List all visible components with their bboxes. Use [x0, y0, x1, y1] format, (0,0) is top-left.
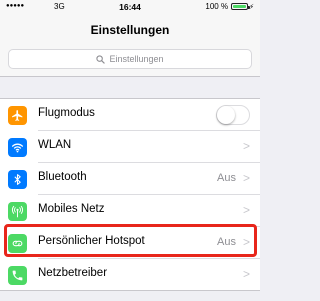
bluetooth-icon-box	[8, 170, 27, 189]
setting-value: Aus	[217, 236, 236, 248]
hotspot-icon-box	[8, 234, 27, 253]
setting-label: Mobiles Netz	[38, 203, 105, 215]
antenna-icon-box	[8, 202, 27, 221]
setting-label: Bluetooth	[38, 171, 87, 183]
page-title: Einstellungen	[90, 23, 170, 37]
navigation-bar: Einstellungen	[0, 14, 260, 46]
settings-row-mobiles-netz[interactable]: Mobiles Netz >	[0, 195, 260, 227]
setting-value: Aus	[217, 172, 236, 184]
search-icon	[96, 54, 106, 64]
antenna-icon	[11, 205, 24, 218]
search-placeholder: Einstellungen	[109, 54, 164, 64]
status-bar: ●●●●● 3G 16:44 100 % ⚡	[0, 0, 260, 14]
setting-label: Netzbetreiber	[38, 267, 108, 279]
toggle-knob	[217, 106, 235, 124]
search-input[interactable]: Einstellungen	[8, 49, 252, 69]
phone-icon	[12, 270, 23, 281]
setting-label: WLAN	[38, 139, 72, 151]
hotspot-icon	[12, 240, 23, 247]
settings-row-wlan[interactable]: WLAN >	[0, 131, 260, 163]
wifi-icon	[11, 143, 24, 153]
chevron-right-icon: >	[242, 235, 250, 249]
settings-row-hotspot[interactable]: Persönlicher Hotspot Aus >	[0, 227, 260, 259]
settings-list: Flugmodus WLAN > Bluetooth Aus > Mobiles…	[0, 98, 260, 291]
battery-fill	[233, 5, 247, 8]
wifi-icon-box	[8, 138, 27, 157]
airplane-icon-box	[8, 106, 27, 125]
setting-label: Persönlicher Hotspot	[38, 235, 145, 247]
battery-percentage: 100 %	[205, 2, 229, 11]
settings-row-bluetooth[interactable]: Bluetooth Aus >	[0, 163, 260, 195]
chevron-right-icon: >	[242, 203, 250, 217]
battery-icon	[231, 3, 251, 10]
chevron-right-icon: >	[242, 139, 250, 153]
airplane-icon	[12, 110, 23, 121]
bluetooth-icon	[14, 174, 21, 185]
chevron-right-icon: >	[242, 171, 250, 185]
chevron-right-icon: >	[242, 267, 250, 281]
settings-row-flugmodus[interactable]: Flugmodus	[0, 99, 260, 131]
settings-row-netzbetreiber[interactable]: Netzbetreiber >	[0, 259, 260, 291]
airplane-mode-toggle[interactable]	[216, 105, 250, 125]
bottom-separator	[0, 290, 260, 301]
search-area: Einstellungen	[0, 46, 260, 77]
battery-status: 100 % ⚡	[205, 2, 254, 11]
setting-label: Flugmodus	[38, 107, 95, 119]
phone-icon-box	[8, 266, 27, 285]
